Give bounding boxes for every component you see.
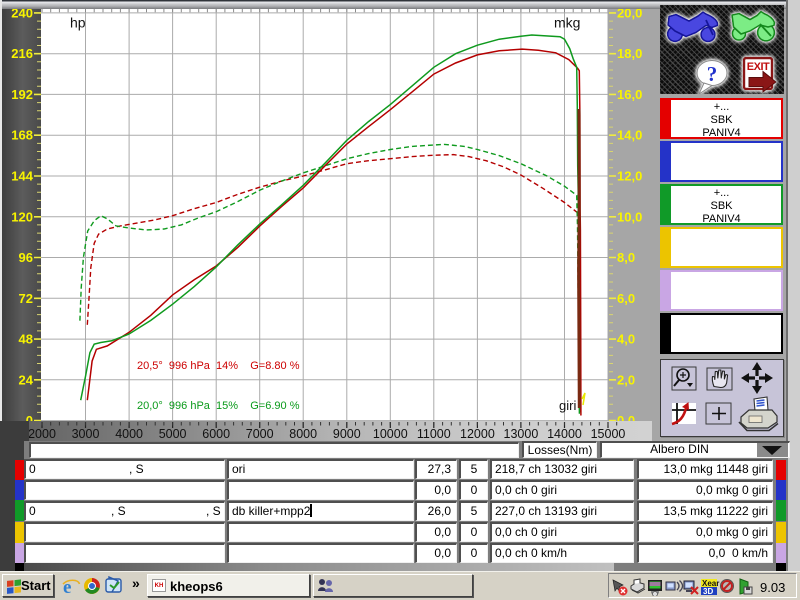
svg-text:14000: 14000: [547, 427, 582, 441]
svg-text:4,0: 4,0: [617, 332, 635, 347]
svg-text:192: 192: [11, 87, 33, 102]
svg-text:20,0° 996 hPa 15% G=6.90: 20,0° 996 hPa 15% G=6.90 %: [137, 400, 300, 412]
svg-text:96: 96: [19, 250, 33, 265]
svg-text:giri: giri: [559, 398, 576, 413]
svg-text:4000: 4000: [115, 427, 143, 441]
svg-text:216: 216: [11, 46, 33, 61]
svg-text:18,0: 18,0: [617, 46, 642, 61]
svg-text:?: ?: [707, 62, 718, 86]
svg-text:144: 144: [11, 169, 33, 184]
svg-text:2000: 2000: [29, 427, 56, 441]
svg-text:48: 48: [19, 332, 33, 347]
svg-text:14,0: 14,0: [617, 128, 642, 143]
svg-text:24: 24: [19, 372, 34, 387]
svg-text:5000: 5000: [159, 427, 187, 441]
svg-text:2,0: 2,0: [617, 372, 635, 387]
svg-text:168: 168: [11, 128, 33, 143]
svg-text:8000: 8000: [289, 427, 317, 441]
svg-text:10000: 10000: [373, 427, 408, 441]
svg-text:120: 120: [11, 209, 33, 224]
svg-text:12000: 12000: [460, 427, 495, 441]
svg-text:8,0: 8,0: [617, 250, 635, 265]
svg-text:6,0: 6,0: [617, 291, 635, 306]
svg-text:13000: 13000: [504, 427, 539, 441]
svg-text:3D: 3D: [703, 587, 713, 596]
svg-text:hp: hp: [70, 15, 86, 31]
svg-text:15000: 15000: [591, 427, 626, 441]
svg-text:10,0: 10,0: [617, 209, 642, 224]
svg-text:11000: 11000: [417, 427, 451, 441]
svg-text:3000: 3000: [72, 427, 100, 441]
svg-text:mkg: mkg: [554, 15, 580, 31]
svg-text:7000: 7000: [246, 427, 274, 441]
svg-text:240: 240: [11, 9, 33, 20]
svg-text:6000: 6000: [202, 427, 230, 441]
svg-text:9000: 9000: [333, 427, 361, 441]
svg-text:16,0: 16,0: [617, 87, 642, 102]
svg-text:EXIT: EXIT: [747, 61, 770, 73]
svg-text:20,0: 20,0: [617, 9, 642, 20]
svg-text:12,0: 12,0: [617, 169, 642, 184]
svg-text:20,5° 996 hPa 14% G=8.80: 20,5° 996 hPa 14% G=8.80 %: [137, 360, 300, 372]
svg-text:72: 72: [19, 291, 33, 306]
